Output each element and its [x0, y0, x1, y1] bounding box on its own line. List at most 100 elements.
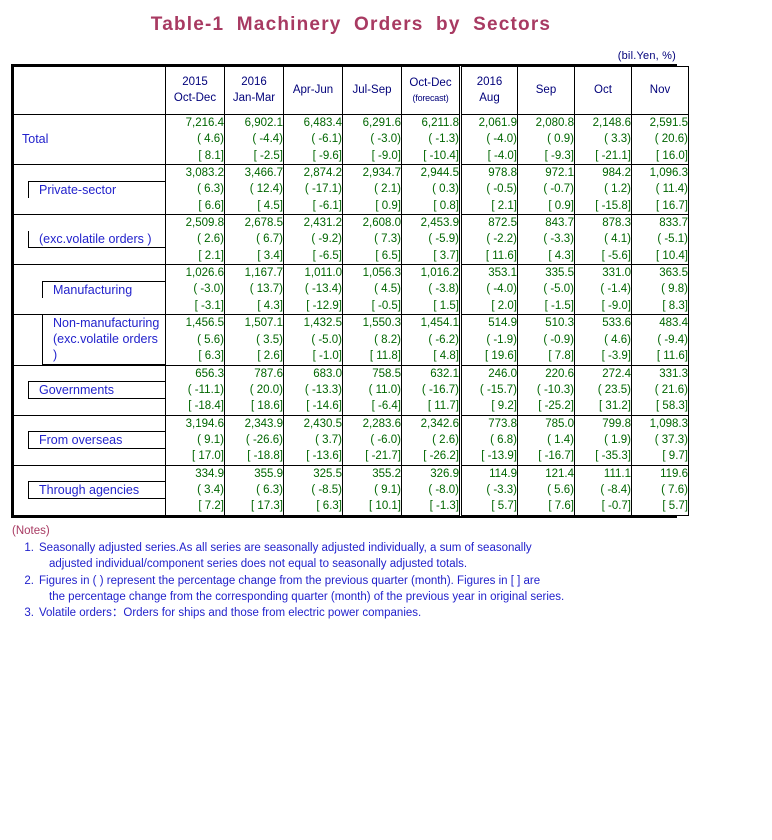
value-level: 246.0	[488, 367, 517, 380]
cell-overseas-7: 799.8 ( 1.9) [ -35.3]	[574, 414, 632, 466]
value-prev-year: [ 6.3]	[198, 349, 224, 362]
value-prev-year: [ -16.7]	[538, 450, 574, 463]
value-prev-year: [ 5.7]	[491, 500, 517, 513]
value-prev-period: ( -15.7)	[479, 384, 517, 397]
value-level: 1,016.2	[420, 266, 459, 279]
value-prev-period: ( -5.9)	[428, 233, 459, 246]
value-level: 656.3	[195, 367, 224, 380]
value-level: 978.8	[488, 166, 517, 179]
value-prev-period: ( -0.5)	[486, 183, 517, 196]
cell-private-exc-2: 2,431.2 ( -9.2) [ -6.5]	[283, 213, 343, 265]
value-prev-period: ( 12.4)	[249, 183, 283, 196]
machinery-orders-table: 2015 Oct-Dec 2016 Jan-Mar Apr-Jun Jul-Se…	[13, 66, 689, 516]
header-period-3: Jul-Sep	[352, 83, 392, 96]
value-prev-year: [ 31.2]	[599, 400, 631, 413]
value-prev-period: ( 1.4)	[547, 434, 574, 446]
value-level: 6,483.4	[303, 117, 342, 129]
value-prev-year: [ 1.5]	[433, 299, 459, 312]
value-prev-period: ( 20.0)	[249, 384, 283, 397]
header-period-7: Oct	[594, 83, 612, 96]
cell-governments-5: 246.0 ( -15.7) [ 9.2]	[459, 364, 518, 416]
cell-overseas-8: 1,098.3 ( 37.3) [ 9.7]	[631, 414, 689, 466]
cell-manufacturing-6: 335.5 ( -5.0) [ -1.5]	[517, 263, 575, 315]
value-level: 799.8	[602, 417, 631, 430]
cell-nonmanufacturing-2: 1,432.5 ( -5.0) [ -1.0]	[283, 313, 343, 366]
header-col-7: Oct	[574, 66, 632, 115]
value-prev-year: [ -5.6]	[601, 249, 631, 262]
table-row: Non-manufacturing (exc.volatile orders )…	[13, 313, 689, 366]
value-prev-year: [ -26.2]	[423, 450, 459, 463]
value-level: 1,026.6	[185, 266, 224, 279]
value-prev-period: ( -0.7)	[543, 183, 574, 196]
value-prev-period: ( -8.5)	[311, 483, 342, 496]
unit-caption: (bil.Yen, %)	[617, 50, 676, 62]
value-prev-year: [ -13.6]	[306, 450, 342, 463]
value-level: 2,509.8	[185, 216, 224, 229]
header-period-2: Apr-Jun	[292, 83, 334, 96]
cell-private-exc-4: 2,453.9 ( -5.9) [ 3.7]	[401, 213, 461, 265]
value-prev-year: [ -6.1]	[312, 199, 342, 212]
value-prev-year: [ 11.8]	[369, 349, 401, 362]
value-prev-period: ( -3.3)	[543, 233, 574, 246]
value-prev-period: ( -13.3)	[304, 384, 342, 397]
value-prev-period: ( 11.0)	[368, 384, 401, 397]
value-level: 2,148.6	[592, 117, 631, 129]
value-prev-period: ( -5.0)	[311, 333, 342, 346]
value-prev-year: [ -3.9]	[601, 349, 631, 362]
row-label-non-manufacturing: Non-manufacturing (exc.volatile orders )	[13, 313, 166, 366]
value-prev-period: ( 20.6)	[654, 133, 688, 146]
value-level: 2,283.6	[362, 417, 401, 430]
cell-overseas-4: 2,342.6 ( 2.6) [ -26.2]	[401, 414, 461, 466]
value-prev-period: ( -9.2)	[311, 233, 342, 246]
cell-private-exc-0: 2,509.8 ( 2.6) [ 2.1]	[165, 213, 225, 265]
value-prev-year: [ 2.1]	[491, 199, 517, 212]
value-level: 355.2	[372, 467, 401, 480]
cell-nonmanufacturing-3: 1,550.3 ( 8.2) [ 11.8]	[342, 313, 402, 366]
value-prev-period: ( -17.1)	[304, 183, 342, 196]
value-level: 6,902.1	[244, 117, 283, 129]
value-prev-period: ( -5.1)	[657, 233, 688, 246]
note-body: Volatile orders：Orders for ships and tho…	[39, 605, 712, 621]
cell-private-8: 1,096.3 ( 11.4) [ 16.7]	[631, 163, 689, 215]
value-level: 533.6	[602, 317, 631, 330]
value-prev-year: [ 4.3]	[548, 249, 574, 262]
value-level: 984.2	[602, 166, 631, 179]
header-period-0: Oct-Dec	[173, 91, 217, 104]
value-level: 1,096.3	[649, 166, 688, 179]
value-prev-period: ( 0.9)	[547, 133, 574, 146]
value-prev-year: [ 9.7]	[662, 450, 688, 463]
value-level: 7,216.4	[185, 117, 224, 129]
cell-manufacturing-0: 1,026.6 ( -3.0) [ -3.1]	[165, 263, 225, 315]
cell-private-exc-5: 872.5 ( -2.2) [ 11.6]	[459, 213, 518, 265]
header-col-0: 2015 Oct-Dec	[165, 66, 225, 115]
value-level: 2,874.2	[303, 166, 342, 179]
header-period-5: Aug	[479, 91, 500, 104]
value-level: 1,098.3	[649, 417, 688, 430]
cell-private-exc-6: 843.7 ( -3.3) [ 4.3]	[517, 213, 575, 265]
value-prev-year: [ 7.6]	[548, 500, 574, 513]
value-prev-period: ( -1.3)	[428, 133, 459, 146]
value-prev-period: ( -6.1)	[311, 133, 342, 146]
value-prev-period: ( -11.1)	[187, 384, 224, 397]
value-level: 2,591.5	[649, 117, 688, 129]
cell-overseas-3: 2,283.6 ( -6.0) [ -21.7]	[342, 414, 402, 466]
value-level: 785.0	[545, 417, 574, 430]
value-prev-year: [ 18.6]	[251, 400, 283, 413]
cell-overseas-5: 773.8 ( 6.8) [ -13.9]	[459, 414, 518, 466]
value-level: 683.0	[313, 367, 342, 380]
cell-private-exc-1: 2,678.5 ( 6.7) [ 3.4]	[224, 213, 284, 265]
value-level: 334.9	[195, 467, 224, 480]
row-label-text: Total	[22, 132, 49, 147]
value-prev-period: ( 9.8)	[661, 283, 688, 296]
value-prev-period: ( -6.0)	[370, 434, 401, 446]
header-corner-cell	[13, 66, 166, 115]
row-label-text: Governments	[39, 383, 115, 398]
value-prev-period: ( -3.0)	[370, 133, 401, 146]
value-prev-year: [ 8.1]	[198, 149, 224, 162]
value-level: 2,453.9	[420, 216, 459, 229]
value-level: 220.6	[545, 367, 574, 380]
unit-caption-row: (bil.Yen, %)	[0, 46, 772, 64]
cell-agencies-0: 334.9 ( 3.4) [ 7.2]	[165, 464, 225, 516]
note-line-1: Figures in ( ) represent the percentage …	[39, 574, 541, 587]
value-prev-period: ( 3.5)	[256, 333, 283, 346]
